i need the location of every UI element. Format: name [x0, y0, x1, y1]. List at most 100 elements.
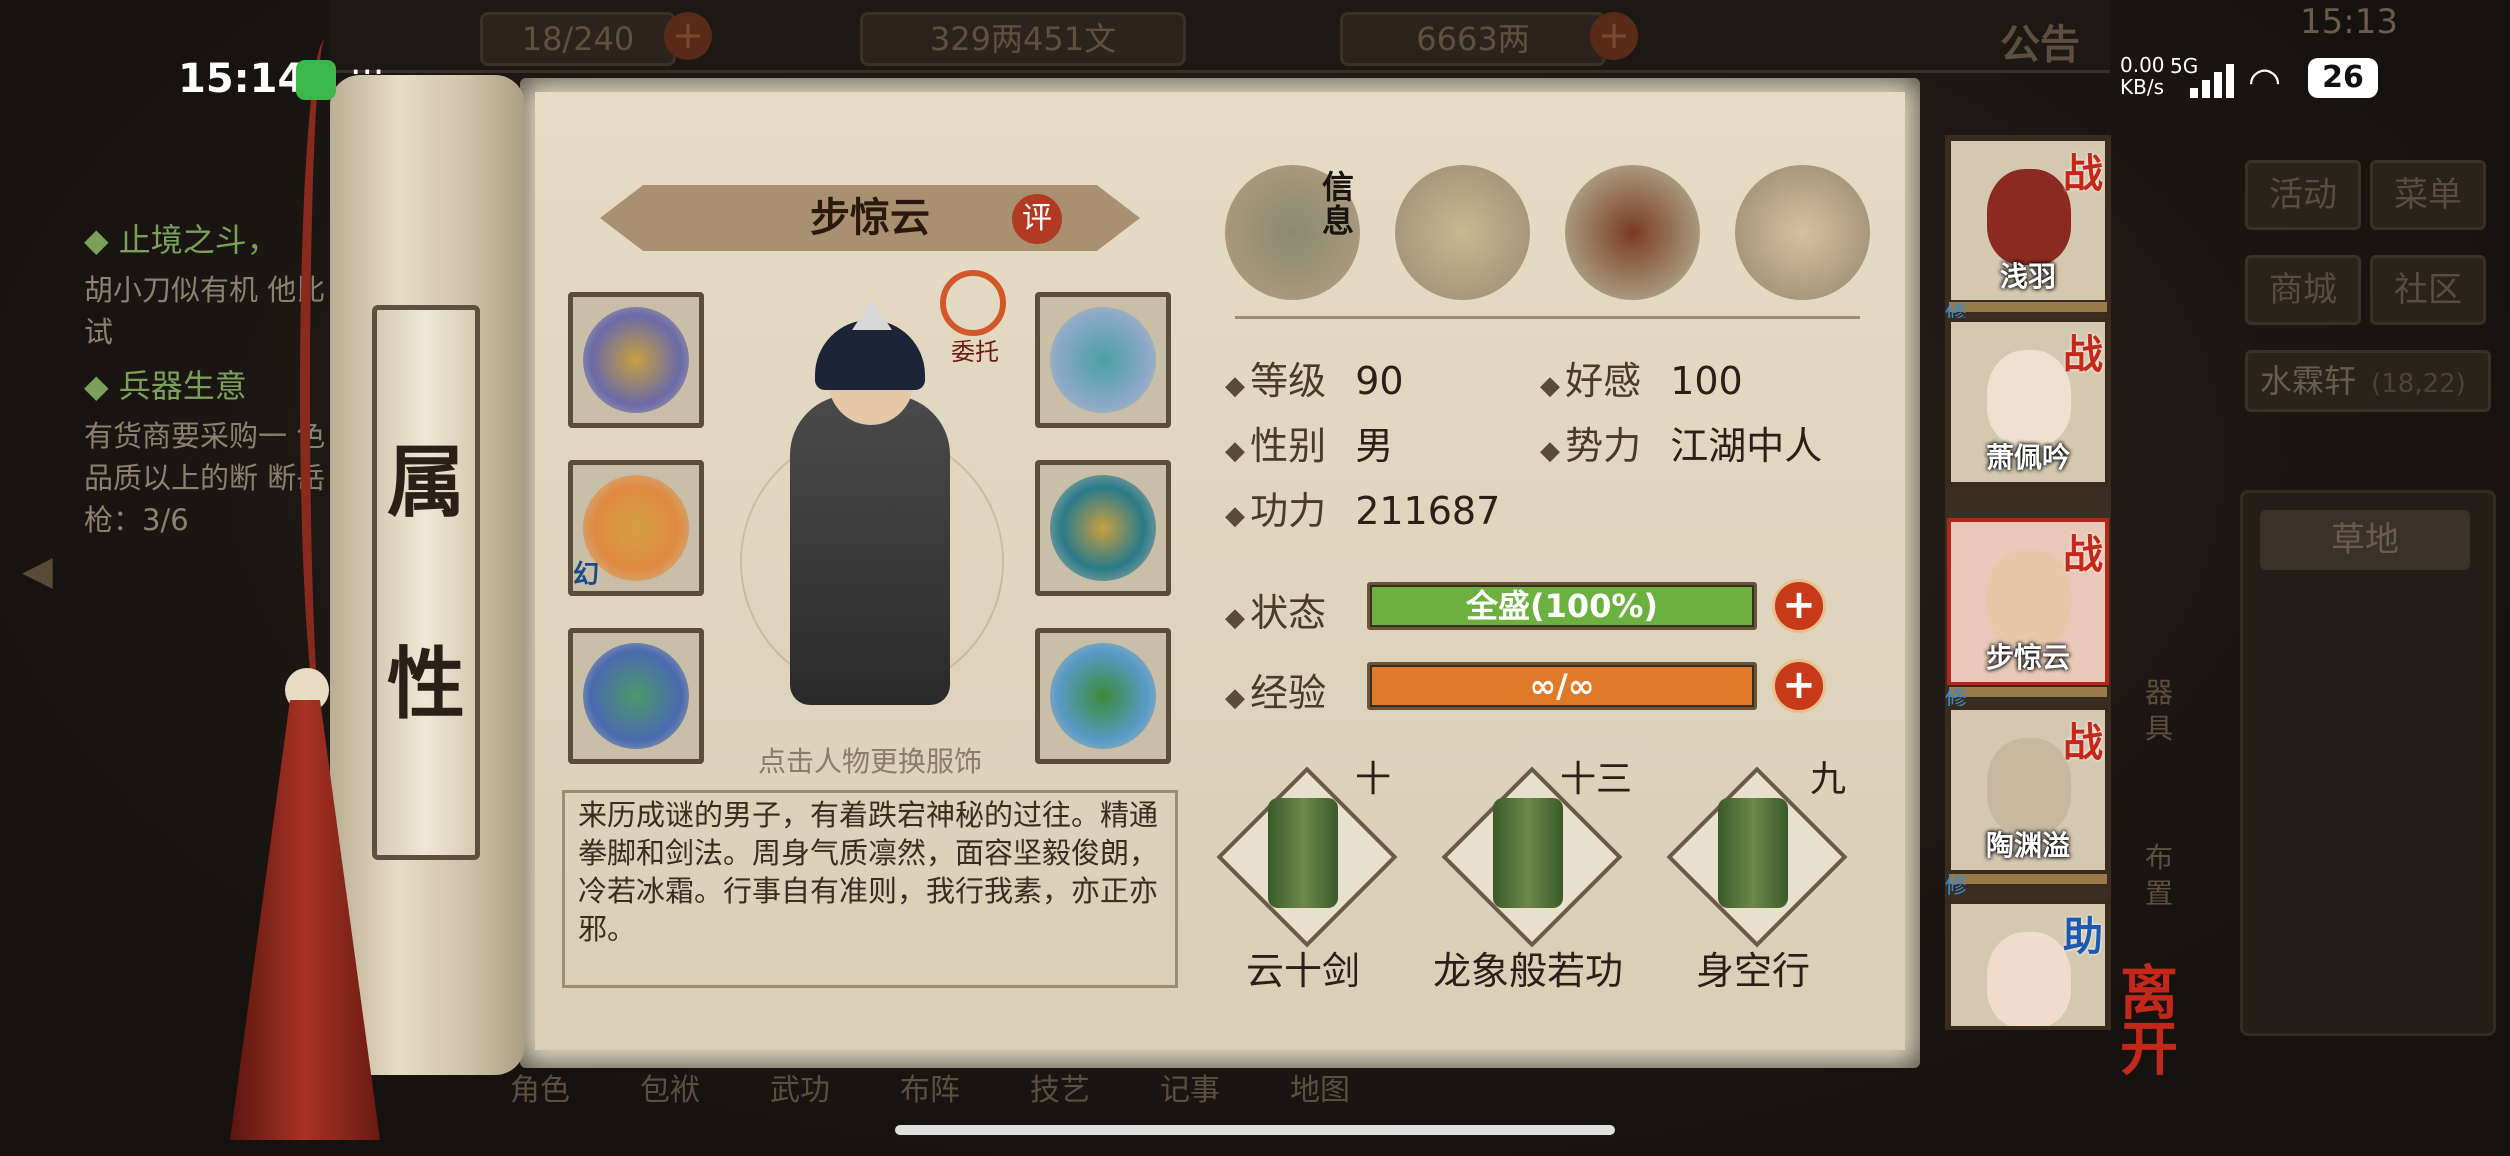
stat-label: 性别: [1250, 424, 1327, 468]
menu-button[interactable]: 菜单: [2370, 160, 2486, 230]
side-label[interactable]: 布置: [2145, 840, 2175, 912]
exp-plus-button[interactable]: +: [1772, 659, 1826, 713]
collapse-left-arrow-icon[interactable]: ◀: [22, 548, 62, 598]
skill-scroll-icon: [1268, 798, 1338, 908]
tab-char: 性: [386, 639, 465, 730]
info-tab-label[interactable]: 信息: [1322, 170, 1358, 238]
gold-plus-button[interactable]: +: [1590, 12, 1638, 60]
exp-bar: ∞/∞: [1367, 662, 1757, 710]
meridian-body-icon[interactable]: [1735, 165, 1870, 300]
terrain-label: 草地: [2260, 510, 2470, 570]
party-portrait[interactable]: 助: [1947, 900, 2109, 1030]
status-time: 15:14: [178, 56, 306, 102]
state-row: ◆ 状态: [1225, 582, 1326, 637]
bottom-menu-item[interactable]: 技艺: [1030, 1065, 1090, 1156]
bagua-icon[interactable]: [1565, 165, 1700, 300]
equip-slot-ring[interactable]: [568, 628, 704, 764]
scroll-bundle-icon[interactable]: [1395, 165, 1530, 300]
equip-slot-armor[interactable]: [1035, 460, 1171, 596]
stat-power: ◆ 功力 211687: [1225, 480, 1500, 535]
bottom-menu-item[interactable]: 包袱: [640, 1065, 700, 1156]
battery-icon: 26: [2308, 58, 2378, 98]
diamond-bullet-icon: ◆: [1225, 501, 1245, 531]
location-name: 水霖轩: [2260, 362, 2357, 400]
character-face: [1987, 550, 2071, 646]
diamond-bullet-icon: ◆: [1225, 436, 1245, 466]
bottom-menu-item[interactable]: 武功: [770, 1065, 830, 1156]
character-face: [1987, 738, 2071, 834]
skill-name[interactable]: 云十剑: [1203, 940, 1403, 995]
stat-gender: ◆ 性别 男: [1225, 415, 1393, 470]
side-label[interactable]: 器具: [2145, 675, 2175, 747]
divider: [1235, 316, 1860, 319]
character-figure[interactable]: [790, 395, 950, 705]
exp-bar-text: ∞/∞: [1529, 667, 1595, 705]
party-portrait[interactable]: 战 萧佩吟: [1947, 318, 2109, 486]
helmet-icon: [1050, 307, 1156, 413]
attribute-tab[interactable]: 属 性: [372, 305, 480, 860]
stamina-counter: 18/240: [480, 12, 676, 66]
stat-value: 江湖中人: [1670, 424, 1823, 468]
change-outfit-hint: 点击人物更换服饰: [757, 745, 982, 778]
portrait-name: 浅羽: [1999, 260, 2056, 293]
equip-slot-weapon[interactable]: 幻: [568, 460, 704, 596]
diamond-bullet-icon: ◆: [1225, 683, 1245, 713]
bottom-menu-item[interactable]: 布阵: [900, 1065, 960, 1156]
entrust-label[interactable]: 委托: [930, 332, 1020, 367]
game-clock: 15:13: [2300, 2, 2398, 42]
battle-badge: 战: [2063, 720, 2103, 766]
state-plus-button[interactable]: +: [1772, 579, 1826, 633]
assist-badge: 助: [2063, 914, 2103, 960]
entrust-icon[interactable]: [940, 270, 1006, 336]
gold-counter: 6663两: [1340, 12, 1606, 66]
bottom-menu-item[interactable]: 角色: [510, 1065, 570, 1156]
battle-badge: 战: [2063, 532, 2103, 578]
net-speed-unit: KB/s: [2120, 75, 2164, 99]
minimap-panel: [2240, 490, 2496, 1036]
diamond-bullet-icon: ◆: [1540, 436, 1560, 466]
bottom-menu-item[interactable]: 记事: [1160, 1065, 1220, 1156]
equip-slot-gauntlet[interactable]: [568, 292, 704, 428]
activity-button[interactable]: 活动: [2245, 160, 2361, 230]
rate-button[interactable]: 评: [1012, 194, 1062, 244]
party-portrait[interactable]: 战 陶渊溢: [1947, 706, 2109, 874]
tab-char: 属: [386, 437, 465, 528]
battle-badge: 战: [2063, 151, 2103, 197]
app-icon: [296, 60, 336, 100]
home-indicator[interactable]: [895, 1125, 1615, 1135]
stat-favor: ◆ 好感 100: [1540, 350, 1743, 405]
portrait-xp-strip: [1947, 685, 2109, 699]
skill-name[interactable]: 身空行: [1653, 940, 1853, 995]
party-portrait[interactable]: 战 浅羽: [1947, 137, 2109, 305]
more-icon[interactable]: ···: [350, 52, 384, 93]
skill-level: 十三: [1560, 759, 1633, 800]
gauntlet-icon: [583, 307, 689, 413]
stat-label: 功力: [1250, 489, 1327, 533]
equip-slot-accessory[interactable]: [1035, 628, 1171, 764]
stamina-plus-button[interactable]: +: [664, 12, 712, 60]
shop-button[interactable]: 商城: [2245, 255, 2361, 325]
skill-name[interactable]: 龙象般若功: [1413, 940, 1643, 995]
silver-counter: 329两451文: [860, 12, 1186, 66]
portrait-name: 步惊云: [1985, 641, 2070, 674]
community-button[interactable]: 社区: [2370, 255, 2486, 325]
equip-slot-helmet[interactable]: [1035, 292, 1171, 428]
character-face: [1987, 932, 2071, 1026]
skill-scroll-icon: [1493, 798, 1563, 908]
jade-pendant-icon: [1050, 643, 1156, 749]
battle-badge: 战: [2063, 332, 2103, 378]
party-portrait[interactable]: 战 步惊云: [1947, 518, 2109, 686]
signal-icon: [2190, 64, 2236, 98]
stat-label: 等级: [1250, 359, 1327, 403]
location-display: 水霖轩 (18,22): [2245, 350, 2491, 412]
diamond-bullet-icon: ◆: [1225, 603, 1245, 633]
leave-button[interactable]: 离开: [2120, 964, 2230, 1085]
stat-label: 经验: [1250, 671, 1327, 715]
stat-level: ◆ 等级 90: [1225, 350, 1404, 405]
stat-label: 状态: [1250, 591, 1327, 635]
wifi-icon: ◠: [2248, 59, 2282, 103]
announcement-button[interactable]: 公告: [2000, 12, 2080, 70]
bottom-menu-item[interactable]: 地图: [1290, 1065, 1350, 1156]
character-bio: 来历成谜的男子，有着跌宕神秘的过往。精通拳脚和剑法。周身气质凛然，面容坚毅俊朗，…: [578, 798, 1159, 946]
state-bar-text: 全盛(100%): [1465, 587, 1659, 625]
